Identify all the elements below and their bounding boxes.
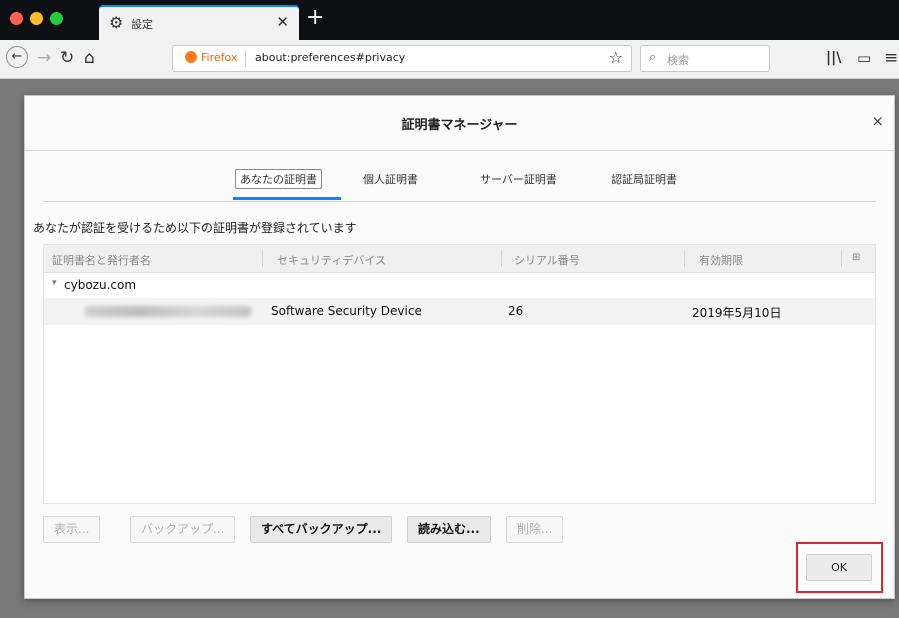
column-header-serial[interactable]: シリアル番号: [514, 252, 580, 268]
tab-authority-certificates[interactable]: 認証局証明書: [611, 171, 677, 187]
twisty-icon[interactable]: ▾: [52, 278, 57, 288]
ok-highlight-box: OK: [796, 542, 883, 593]
tab-title: 設定: [131, 18, 153, 31]
tab-personal-certificates[interactable]: 個人証明書: [363, 171, 418, 187]
import-button[interactable]: 読み込む...: [407, 516, 491, 543]
table-row[interactable]: Software Security Device 26 2019年5月10日: [44, 298, 875, 325]
column-separator[interactable]: [262, 250, 263, 267]
sidebar-icon[interactable]: ▭: [857, 48, 871, 68]
tree-group-row[interactable]: ▾ cybozu.com: [44, 275, 875, 297]
bookmark-star-icon[interactable]: ☆: [609, 48, 623, 67]
browser-title-bar: ⚙ 設定 ✕ +: [0, 0, 899, 40]
home-button[interactable]: ⌂: [84, 48, 95, 68]
dialog-description: あなたが認証を受けるため以下の証明書が登録されています: [33, 221, 357, 235]
dialog-header: 証明書マネージャー ×: [25, 96, 894, 151]
cell-device: Software Security Device: [271, 304, 422, 318]
tab-server-certificates[interactable]: サーバー証明書: [480, 171, 557, 187]
view-button[interactable]: 表示...: [43, 516, 101, 543]
close-tab-icon[interactable]: ✕: [276, 13, 289, 31]
certificate-manager-dialog: 証明書マネージャー × あなたの証明書 個人証明書 サーバー証明書 認証局証明書…: [24, 95, 895, 599]
column-separator[interactable]: [684, 250, 685, 267]
dialog-title: 証明書マネージャー: [401, 118, 518, 133]
delete-button[interactable]: 削除...: [506, 516, 564, 543]
column-header-device[interactable]: セキュリティデバイス: [277, 252, 386, 268]
column-separator[interactable]: [501, 250, 502, 267]
gear-icon: ⚙: [109, 13, 124, 32]
certificate-tabs: あなたの証明書 個人証明書 サーバー証明書 認証局証明書: [43, 159, 876, 202]
new-tab-button[interactable]: +: [306, 6, 324, 30]
selected-tab-indicator: [233, 197, 341, 200]
group-name: cybozu.com: [64, 278, 137, 292]
column-picker-icon[interactable]: ⊞: [852, 252, 860, 263]
library-icon[interactable]: ||\: [826, 48, 841, 68]
firefox-icon: [185, 51, 197, 63]
tree-header: 証明書名と発行者名 セキュリティデバイス シリアル番号 有効期限 ⊞: [44, 245, 875, 273]
browser-tab-settings[interactable]: ⚙ 設定 ✕: [99, 5, 299, 40]
url-brand-label: Firefox: [201, 51, 238, 64]
reload-button[interactable]: ↻: [60, 48, 74, 68]
backup-button[interactable]: バックアップ...: [130, 516, 236, 543]
maximize-window-button[interactable]: [50, 12, 63, 25]
ok-button[interactable]: OK: [806, 554, 872, 581]
column-header-expiry[interactable]: 有効期限: [699, 252, 743, 268]
url-separator: [245, 50, 246, 67]
backup-all-button[interactable]: すべてバックアップ...: [250, 516, 393, 543]
url-bar[interactable]: Firefox about:preferences#privacy ☆: [172, 45, 632, 72]
column-separator[interactable]: [841, 250, 842, 267]
column-header-name[interactable]: 証明書名と発行者名: [52, 252, 151, 268]
close-icon[interactable]: ×: [871, 112, 884, 130]
search-box[interactable]: ⌕ 検索: [640, 45, 770, 72]
url-text: about:preferences#privacy: [255, 51, 406, 64]
back-button[interactable]: ←: [6, 46, 28, 68]
redacted-certificate-name: [84, 306, 252, 317]
menu-icon[interactable]: ≡: [884, 48, 898, 68]
cell-expires: 2019年5月10日: [692, 306, 782, 320]
search-placeholder: 検索: [667, 54, 689, 67]
close-window-button[interactable]: [10, 12, 23, 25]
minimize-window-button[interactable]: [30, 12, 43, 25]
tab-your-certificates[interactable]: あなたの証明書: [235, 169, 322, 189]
cell-serial: 26: [508, 304, 524, 318]
navigation-toolbar: ← → ↻ ⌂ Firefox about:preferences#privac…: [0, 40, 899, 79]
forward-button[interactable]: →: [37, 48, 51, 68]
search-icon: ⌕: [649, 50, 657, 65]
certificate-tree[interactable]: 証明書名と発行者名 セキュリティデバイス シリアル番号 有効期限 ⊞ ▾ cyb…: [43, 244, 876, 504]
